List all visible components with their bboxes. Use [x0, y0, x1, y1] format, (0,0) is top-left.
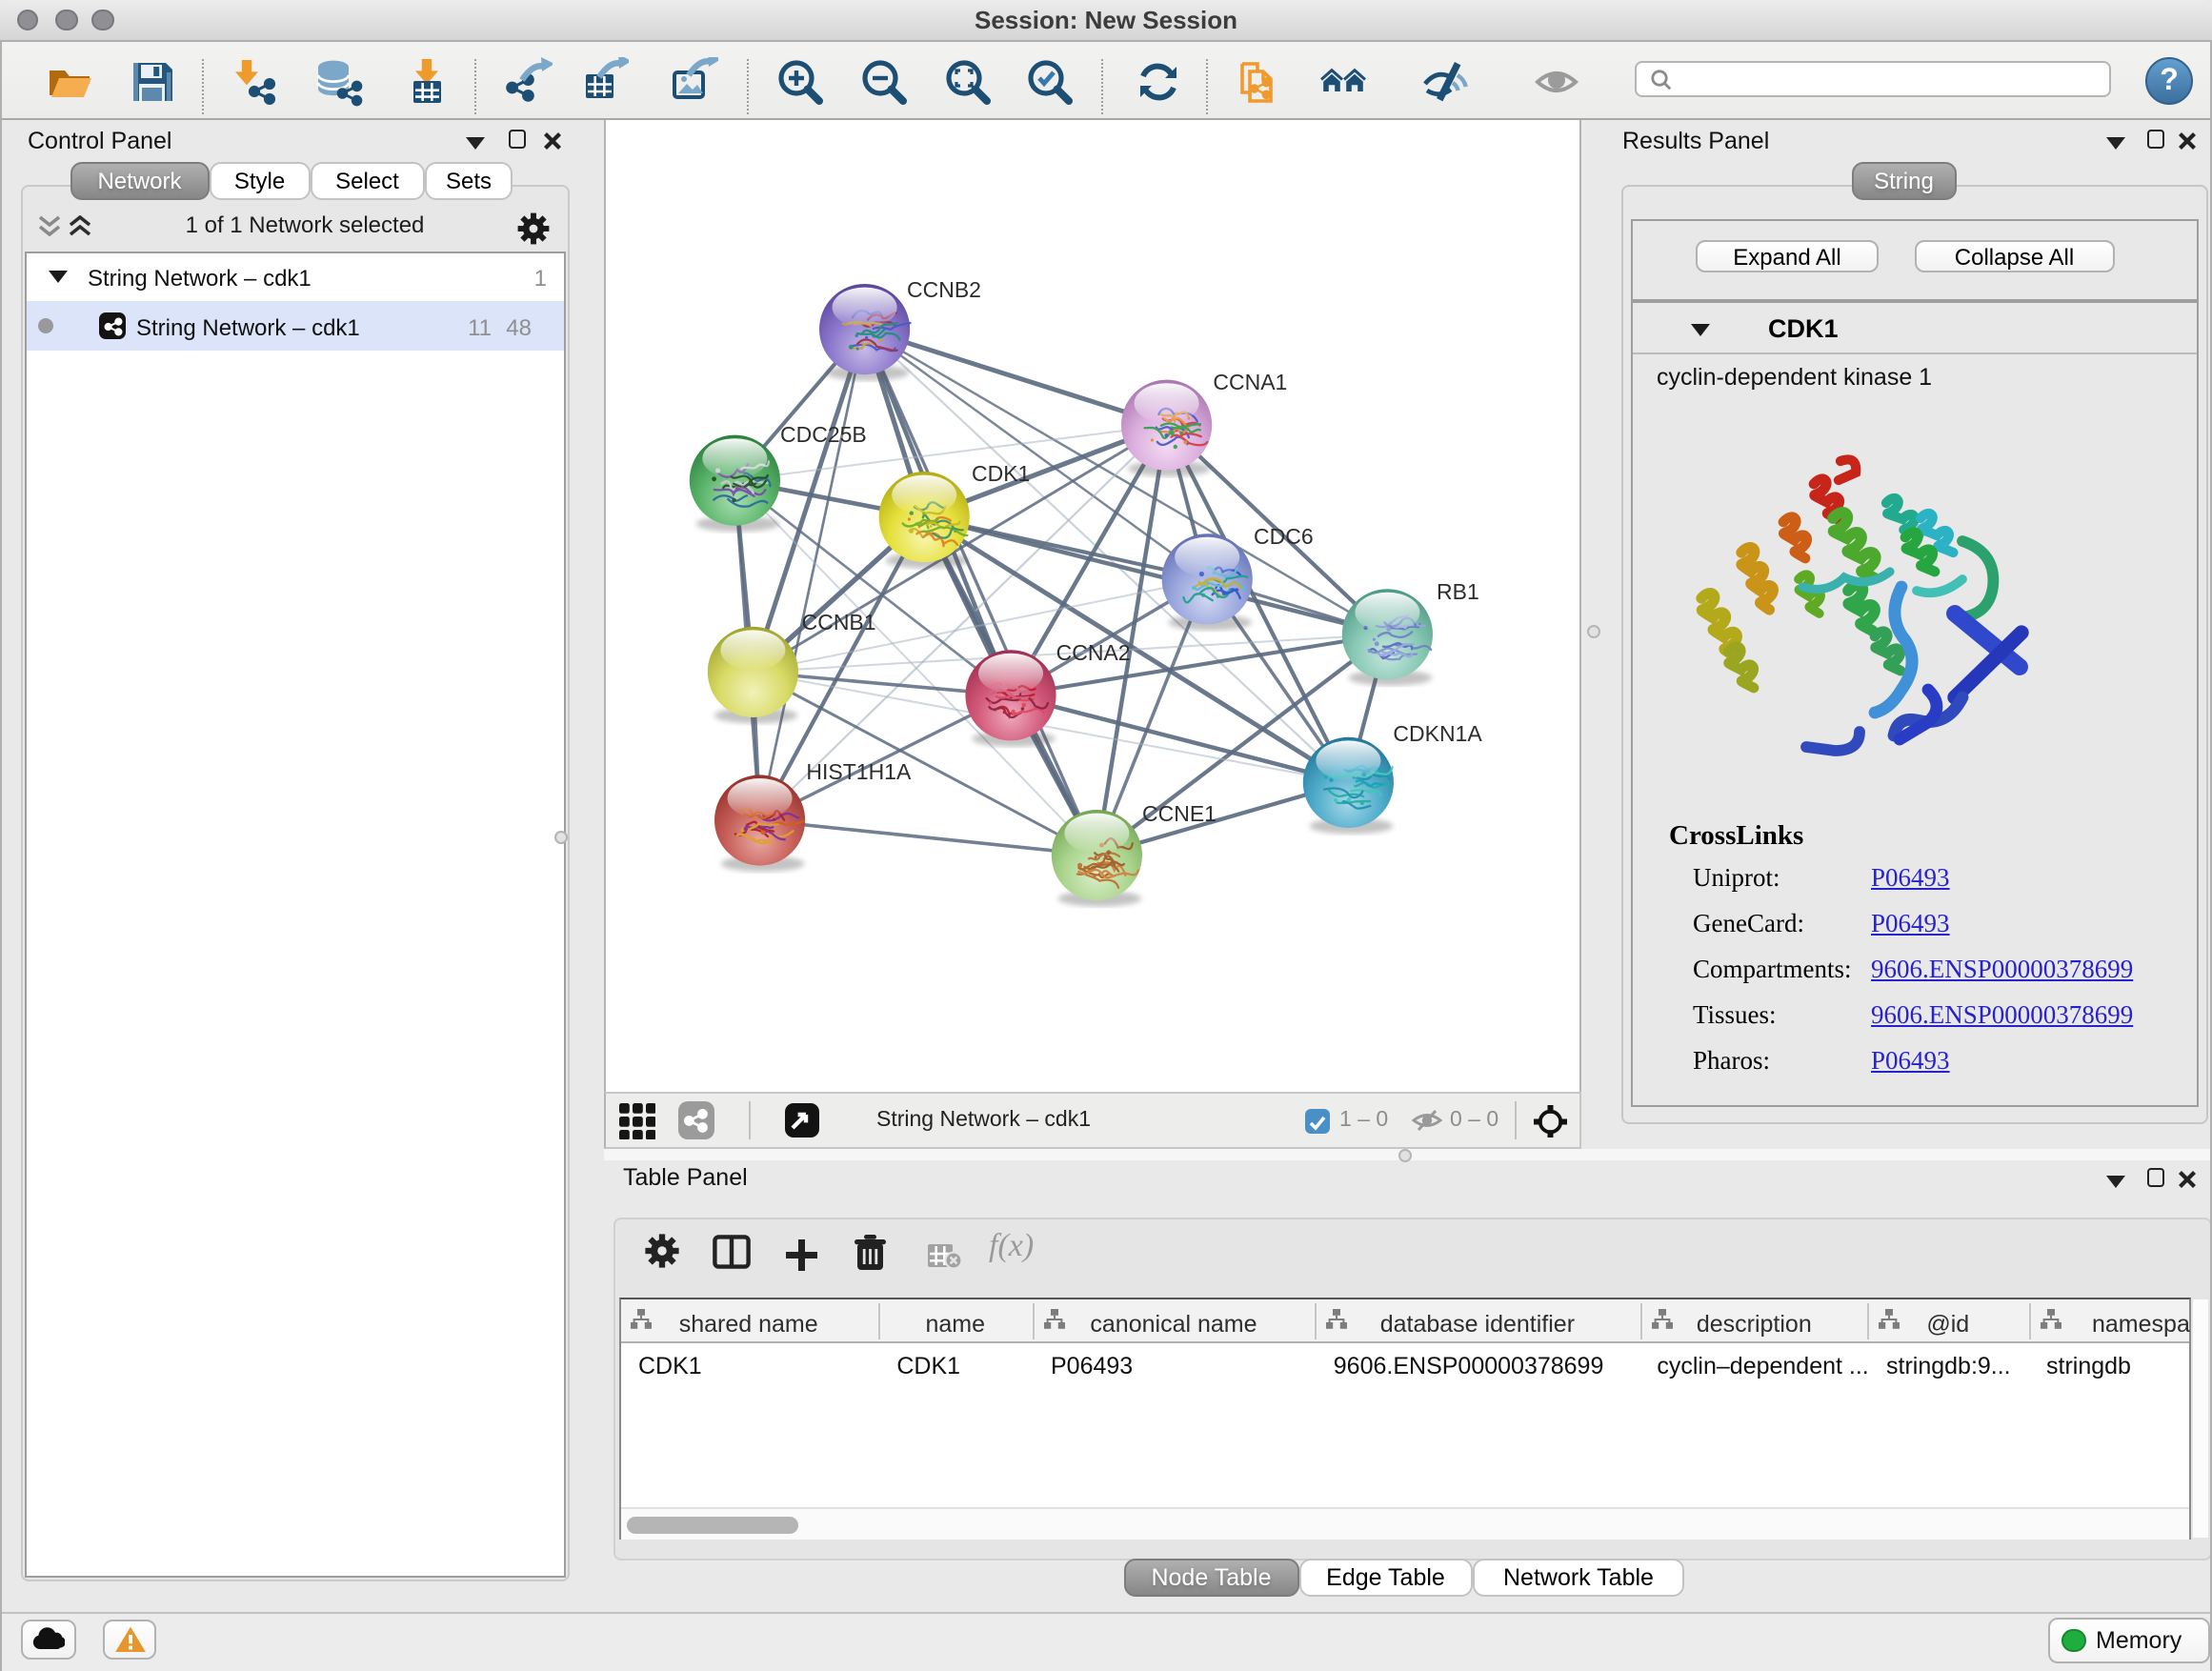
svg-text:CCNA2: CCNA2: [1056, 640, 1131, 665]
svg-text:CDC6: CDC6: [1254, 524, 1314, 549]
svg-text:RB1: RB1: [1437, 579, 1479, 604]
svg-text:CCNA1: CCNA1: [1213, 370, 1287, 394]
svg-text:CDK1: CDK1: [972, 461, 1030, 486]
svg-text:HIST1H1A: HIST1H1A: [806, 759, 912, 784]
svg-text:CDC25B: CDC25B: [780, 422, 867, 447]
svg-text:CCNB2: CCNB2: [907, 277, 981, 302]
svg-text:CCNB1: CCNB1: [802, 610, 876, 634]
svg-text:CCNE1: CCNE1: [1142, 801, 1217, 826]
svg-text:CDKN1A: CDKN1A: [1393, 721, 1482, 746]
